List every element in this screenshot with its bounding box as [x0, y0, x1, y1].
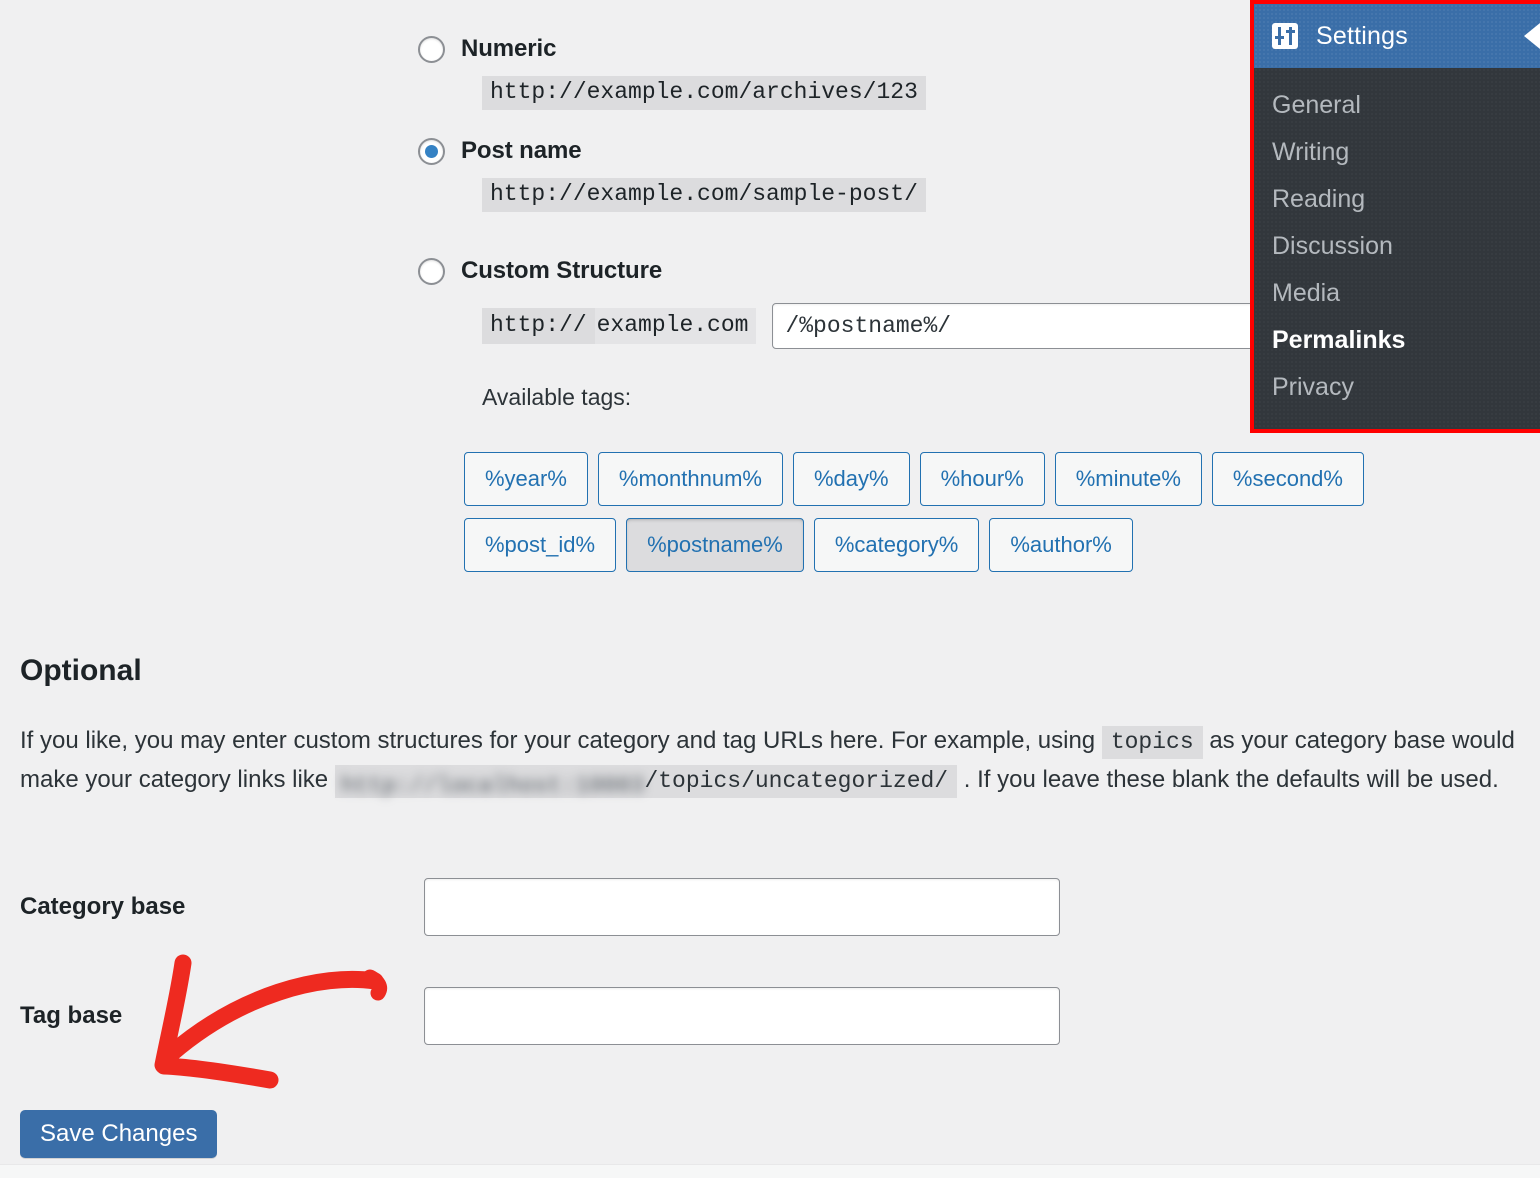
tag-button-day[interactable]: %day% [793, 452, 910, 506]
radio-custom-structure[interactable] [418, 257, 445, 285]
sidebar-item-reading[interactable]: Reading [1254, 176, 1540, 223]
custom-structure-row: http://example.com [482, 298, 1318, 354]
custom-structure-host: example.com [594, 307, 757, 345]
permalink-option-custom-structure[interactable]: Custom Structure [418, 244, 1318, 298]
custom-structure-protocol: http:// [482, 307, 595, 345]
sidebar-item-discussion[interactable]: Discussion [1254, 223, 1540, 270]
available-tags-list: %year% %monthnum% %day% %hour% %minute% … [464, 452, 1474, 584]
category-base-input[interactable] [424, 878, 1060, 936]
available-tags-label: Available tags: [482, 384, 632, 410]
optional-description: If you like, you may enter custom struct… [20, 722, 1520, 805]
custom-structure-label: Custom Structure [461, 257, 663, 284]
optional-blurred-url: http://localhost:10003 [340, 773, 645, 799]
settings-menu-header[interactable]: Settings [1254, 4, 1540, 68]
tag-button-author[interactable]: %author% [989, 518, 1133, 572]
tag-row-1: %year% %monthnum% %day% %hour% %minute% … [464, 452, 1474, 506]
tag-button-postname[interactable]: %postname% [626, 518, 804, 572]
permalink-example-url: http://example.com/sample-post/ [482, 178, 926, 213]
tag-button-minute[interactable]: %minute% [1054, 452, 1202, 506]
category-base-row: Category base [20, 878, 1060, 936]
permalink-option-label: Post name [461, 137, 582, 164]
tag-button-hour[interactable]: %hour% [919, 452, 1045, 506]
permalink-example-post-name-row: http://example.com/sample-post/ [418, 178, 1318, 226]
sidebar-item-permalinks[interactable]: Permalinks [1254, 317, 1540, 364]
tag-button-post-id[interactable]: %post_id% [464, 518, 617, 572]
settings-submenu-list: General Writing Reading Discussion Media… [1254, 68, 1540, 429]
permalink-example-numeric-row: http://example.com/archives/123 [418, 76, 1318, 124]
category-base-label: Category base [20, 893, 186, 920]
settings-admin-menu: Settings General Writing Reading Discuss… [1250, 0, 1540, 433]
sidebar-item-writing[interactable]: Writing [1254, 129, 1540, 176]
optional-blurred-url-wrap: http://localhost:10003/topics/uncategori… [334, 765, 958, 799]
tag-button-monthnum[interactable]: %monthnum% [597, 452, 783, 506]
tag-button-second[interactable]: %second% [1211, 452, 1364, 506]
menu-pointer-arrow-icon [1524, 23, 1540, 49]
permalink-example-url: http://example.com/archives/123 [482, 76, 926, 111]
settings-sliders-icon [1272, 23, 1298, 49]
sidebar-item-privacy[interactable]: Privacy [1254, 364, 1540, 411]
permalink-options-group: Numeric http://example.com/archives/123 … [418, 22, 1318, 411]
permalink-option-label: Numeric [461, 35, 557, 62]
sidebar-item-general[interactable]: General [1254, 82, 1540, 129]
radio-numeric[interactable] [418, 35, 445, 63]
tag-button-category[interactable]: %category% [813, 518, 980, 572]
optional-text-before: If you like, you may enter custom struct… [20, 727, 1102, 754]
sidebar-item-media[interactable]: Media [1254, 270, 1540, 317]
tag-base-label: Tag base [20, 1002, 123, 1029]
page-bottom-strip [0, 1164, 1540, 1178]
tag-base-input[interactable] [424, 987, 1060, 1045]
radio-post-name[interactable] [418, 137, 445, 165]
optional-code-topics: topics [1101, 726, 1203, 759]
tag-button-year[interactable]: %year% [464, 452, 588, 506]
permalink-option-post-name[interactable]: Post name [418, 124, 1318, 178]
permalink-option-numeric[interactable]: Numeric [418, 22, 1318, 76]
optional-text-end: . If you leave these blank the defaults … [957, 766, 1499, 793]
settings-menu-title: Settings [1316, 21, 1408, 50]
tag-base-row: Tag base [20, 987, 1060, 1045]
tag-row-2: %post_id% %postname% %category% %author% [464, 518, 1474, 572]
save-changes-button[interactable]: Save Changes [20, 1110, 218, 1158]
optional-heading: Optional [20, 654, 142, 687]
optional-code-path: /topics/uncategorized/ [644, 765, 958, 798]
custom-structure-input[interactable] [772, 303, 1318, 349]
